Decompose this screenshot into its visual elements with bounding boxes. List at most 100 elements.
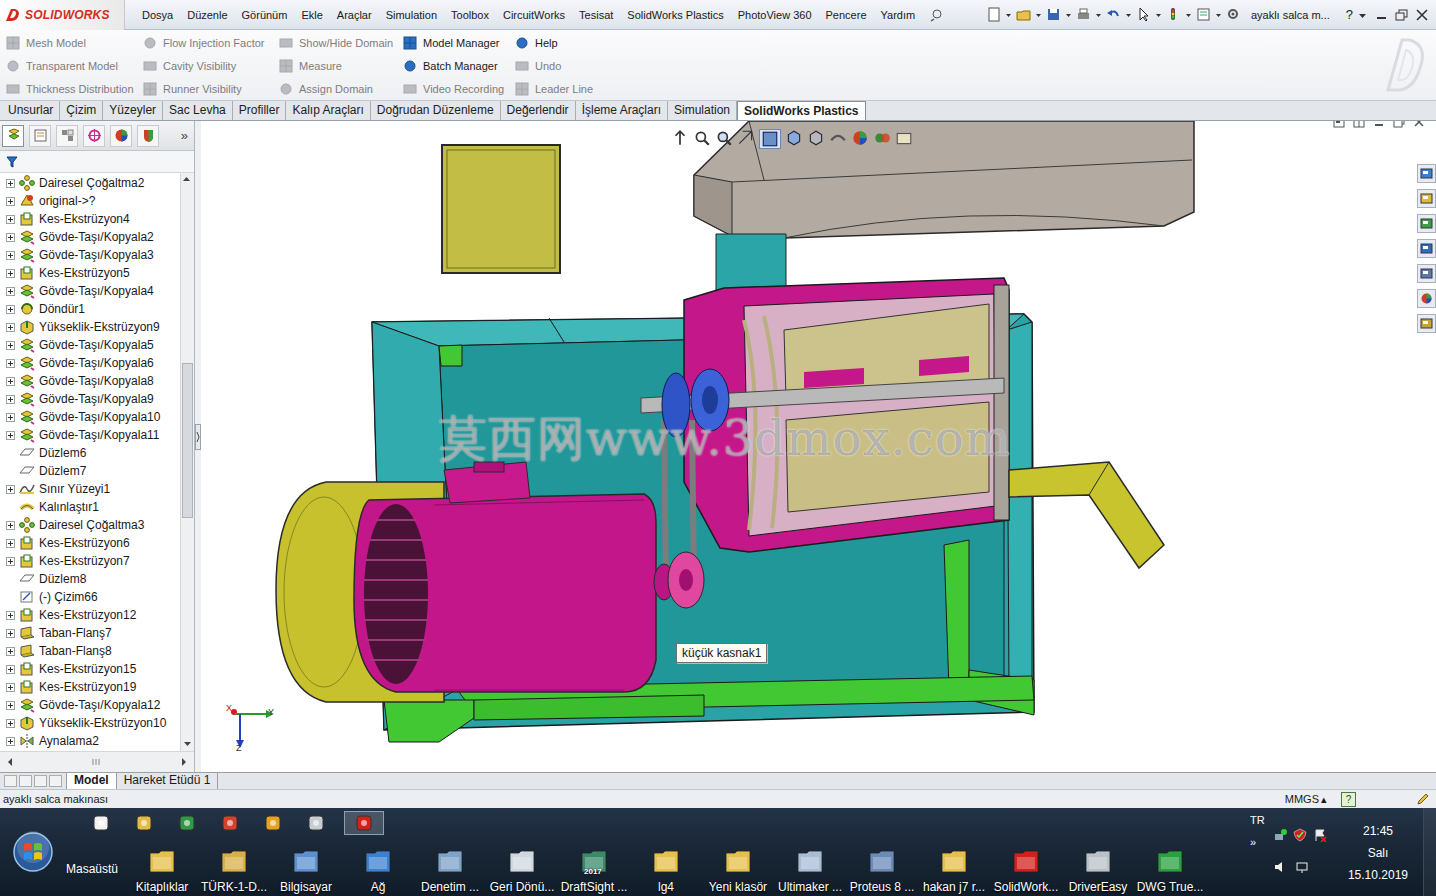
- tree-item[interactable]: Kes-Ekstrüzyon19: [0, 678, 180, 696]
- quick-launch-button[interactable]: [172, 811, 202, 835]
- expand-toggle[interactable]: [6, 287, 15, 296]
- bottom-tab[interactable]: Model: [66, 773, 117, 789]
- tree-item[interactable]: Gövde-Taşı/Kopyala10: [0, 408, 180, 426]
- dropdown-icon[interactable]: [1036, 7, 1041, 22]
- expand-toggle[interactable]: [6, 683, 15, 692]
- tab[interactable]: Simulation: [668, 101, 737, 120]
- language-indicator[interactable]: TR: [1250, 814, 1265, 826]
- tree-item[interactable]: Kalınlaştır1: [0, 498, 180, 516]
- tree-item[interactable]: Kes-Ekstrüzyon12: [0, 606, 180, 624]
- graphics-area[interactable]: 莫西网www.3dmox.comküçük kasnak1XYZ: [201, 121, 1436, 772]
- tree-item[interactable]: Taban-Flanş8: [0, 642, 180, 660]
- tree-item[interactable]: Gövde-Taşı/Kopyala3: [0, 246, 180, 264]
- vertical-scrollbar[interactable]: [180, 173, 194, 751]
- ribbon-button[interactable]: Show/Hide Domain: [273, 32, 397, 55]
- desktop-shortcut[interactable]: Proteus 8 ...: [846, 846, 918, 894]
- expand-toggle[interactable]: [6, 413, 15, 422]
- clock[interactable]: 21:45Salı15.10.2019: [1348, 814, 1408, 896]
- tree-item[interactable]: Gövde-Taşı/Kopyala8: [0, 372, 180, 390]
- tree-item[interactable]: Gövde-Taşı/Kopyala12: [0, 696, 180, 714]
- file-props-icon[interactable]: [1196, 7, 1211, 22]
- tree-item[interactable]: Taban-Flanş7: [0, 624, 180, 642]
- print-icon[interactable]: [1076, 7, 1091, 22]
- tree-item[interactable]: (-) Çizim66: [0, 588, 180, 606]
- ribbon-button[interactable]: Video Recording: [397, 77, 509, 100]
- quick-launch-button[interactable]: [258, 811, 288, 835]
- desktop-shortcut[interactable]: DriverEasy: [1062, 846, 1134, 894]
- expand-toggle[interactable]: [6, 179, 15, 188]
- panel-tab[interactable]: [110, 125, 132, 147]
- network-icon[interactable]: [1273, 828, 1287, 842]
- volume-icon[interactable]: [1273, 860, 1287, 874]
- tree-item[interactable]: Gövde-Taşı/Kopyala11: [0, 426, 180, 444]
- expand-toggle[interactable]: [6, 197, 15, 206]
- dropdown-icon[interactable]: [1126, 7, 1131, 22]
- select-icon[interactable]: [1136, 7, 1151, 22]
- ribbon-button[interactable]: Thickness Distribution: [0, 77, 137, 100]
- tab[interactable]: SolidWorks Plastics: [737, 101, 866, 120]
- expand-toggle[interactable]: [6, 539, 15, 548]
- ribbon-button[interactable]: Runner Visibility: [137, 77, 273, 100]
- dropdown-icon[interactable]: [1066, 7, 1071, 22]
- task-pane-tab[interactable]: [1417, 189, 1436, 208]
- ribbon-button[interactable]: Leader Line: [509, 77, 599, 100]
- quick-launch-button[interactable]: [86, 811, 116, 835]
- menu-item[interactable]: CircuitWorks: [496, 7, 572, 23]
- tree-item[interactable]: Aynalama2: [0, 732, 180, 750]
- desktop-shortcut[interactable]: DWG True...: [1134, 846, 1206, 894]
- show-desktop-button[interactable]: [1423, 808, 1436, 896]
- panel-tab[interactable]: [83, 125, 105, 147]
- desktop-shortcut[interactable]: Denetim ...: [414, 846, 486, 894]
- view-tool-icon[interactable]: [715, 129, 733, 147]
- tree-item[interactable]: Yükseklik-Ekstrüzyon10: [0, 714, 180, 732]
- desktop-shortcut[interactable]: Geri Dönü...: [486, 846, 558, 894]
- display-icon[interactable]: [1295, 860, 1309, 874]
- save-icon[interactable]: [1046, 7, 1061, 22]
- view-tool-icon[interactable]: [807, 129, 825, 147]
- menu-item[interactable]: Pencere: [819, 7, 874, 23]
- panel-tab[interactable]: [137, 125, 159, 147]
- view-tool-icon[interactable]: [895, 129, 913, 147]
- dropdown-icon[interactable]: [1096, 7, 1101, 22]
- tree-item[interactable]: Düzlem8: [0, 570, 180, 588]
- ribbon-button[interactable]: Measure: [273, 55, 397, 78]
- tree-item[interactable]: Kes-Ekstrüzyon6: [0, 534, 180, 552]
- tree-item[interactable]: Kes-Ekstrüzyon5: [0, 264, 180, 282]
- tree-item[interactable]: Düzlem6: [0, 444, 180, 462]
- expand-toggle[interactable]: [6, 521, 15, 530]
- quick-launch-button[interactable]: [344, 811, 384, 835]
- view-tool-icon[interactable]: [829, 129, 847, 147]
- panel-tab[interactable]: [56, 125, 78, 147]
- flag-icon[interactable]: [1313, 828, 1327, 842]
- task-pane-tab[interactable]: [1417, 289, 1436, 308]
- panel-tab[interactable]: [29, 125, 51, 147]
- menu-item[interactable]: SolidWorks Plastics: [620, 7, 730, 23]
- status-help-button[interactable]: ?: [1341, 792, 1356, 807]
- view-tool-icon[interactable]: [759, 129, 781, 149]
- split-vertical-icon[interactable]: [1352, 121, 1366, 129]
- tree-item[interactable]: Kes-Ekstrüzyon7: [0, 552, 180, 570]
- view-tool-icon[interactable]: [851, 129, 869, 147]
- expand-toggle[interactable]: [6, 323, 15, 332]
- desktop-shortcut[interactable]: Yeni klasör: [702, 846, 774, 894]
- tree-item[interactable]: Gövde-Taşı/Kopyala6: [0, 354, 180, 372]
- tab-nav-button[interactable]: [19, 775, 32, 787]
- tab[interactable]: Çizim: [60, 101, 103, 120]
- expand-toggle[interactable]: [6, 359, 15, 368]
- ribbon-button[interactable]: Help: [509, 32, 599, 55]
- tree-item[interactable]: Dairesel Çoğaltma3: [0, 516, 180, 534]
- expand-toggle[interactable]: [6, 431, 15, 440]
- menu-item[interactable]: Tesisat: [572, 7, 620, 23]
- options-icon[interactable]: [1226, 7, 1241, 22]
- desktop-shortcut[interactable]: SolidWork...: [990, 846, 1062, 894]
- expand-toggle[interactable]: [6, 233, 15, 242]
- tree-item[interactable]: Döndür1: [0, 300, 180, 318]
- scroll-thumb[interactable]: [182, 363, 193, 518]
- expand-toggle[interactable]: [6, 701, 15, 710]
- dropdown-icon[interactable]: [1006, 7, 1011, 22]
- restore-icon[interactable]: [1394, 8, 1410, 22]
- expand-toggle[interactable]: [6, 377, 15, 386]
- menu-item[interactable]: Toolbox: [444, 7, 496, 23]
- unit-system[interactable]: MMGS▴: [1285, 793, 1327, 806]
- menu-item[interactable]: Yardım: [874, 7, 923, 23]
